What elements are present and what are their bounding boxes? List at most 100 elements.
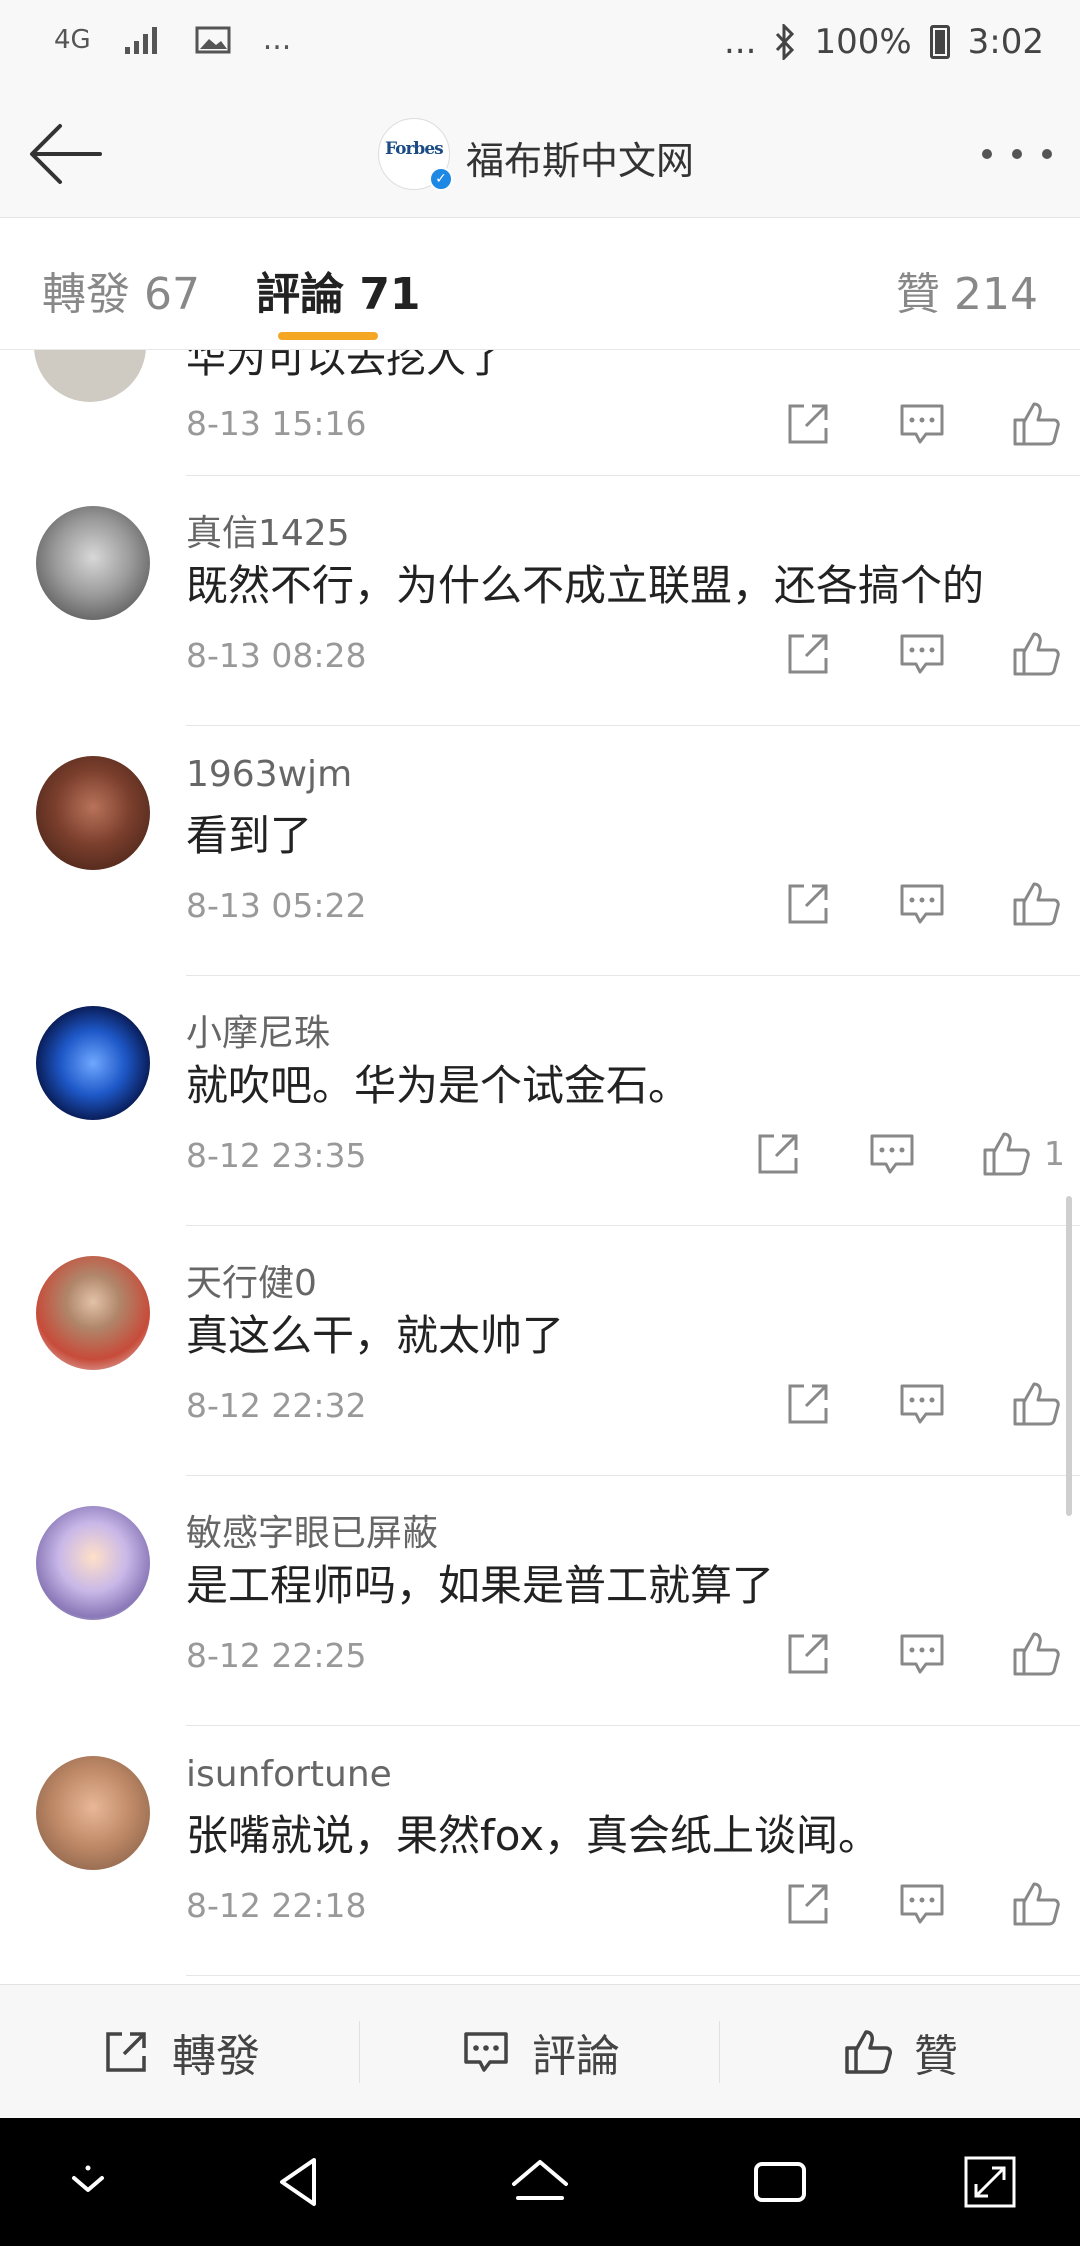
comment-username[interactable]: 真信1425 (186, 504, 350, 556)
home-icon[interactable] (508, 2150, 572, 2214)
signal-icon (124, 26, 157, 54)
comment-text: 就吹吧。华为是个试金石。 (186, 1061, 691, 1110)
comment-username[interactable]: 1963wjm (186, 754, 352, 795)
like-icon[interactable] (1010, 398, 1062, 450)
list-item: 华为可以去挖人了 8-13 15:16 (0, 350, 1080, 476)
rotate-screen-icon[interactable] (958, 2150, 1022, 2214)
avatar[interactable] (36, 1756, 150, 1870)
avatar[interactable] (36, 756, 150, 870)
forbes-logo: Forbes (385, 139, 444, 159)
more-notifications: ... (262, 22, 292, 57)
like-icon[interactable] (1010, 1378, 1062, 1430)
scrollbar[interactable] (1066, 1196, 1072, 1516)
like-icon[interactable] (1010, 1628, 1062, 1680)
share-icon (106, 2031, 146, 2072)
avatar[interactable] (36, 506, 150, 620)
comment-username[interactable]: 敏感字眼已屏蔽 (186, 1504, 438, 1556)
account-name[interactable]: 福布斯中文网 (466, 130, 694, 185)
tab-likes[interactable]: 贊 214 (896, 258, 1038, 322)
comment-text: 看到了 (186, 811, 313, 860)
comment-username[interactable]: isunfortune (186, 1754, 392, 1795)
share-icon[interactable] (782, 1628, 834, 1680)
list-item: 1963wjm 看到了 8-13 05:22 (0, 726, 1080, 976)
active-tab-indicator (278, 332, 378, 340)
list-item: 小摩尼珠 就吹吧。华为是个试金石。 8-12 23:35 1 (0, 976, 1080, 1226)
list-item: 天行健0 真这么干，就太帅了 8-12 22:32 (0, 1226, 1080, 1476)
comment-actions (740, 1874, 1080, 1934)
reply-icon[interactable] (896, 878, 948, 930)
chevron-down-icon[interactable] (56, 2150, 120, 2214)
tab-reposts[interactable]: 轉發 67 (42, 258, 200, 322)
tab-bar: 轉發 67 評論 71 贊 214 (0, 218, 1080, 350)
recent-apps-icon[interactable] (748, 2150, 812, 2214)
comment-actions (740, 394, 1080, 454)
comment-actions (740, 624, 1080, 684)
comment-text: 既然不行，为什么不成立联盟，还各搞个的 (186, 561, 985, 610)
image-notification-icon (195, 26, 231, 53)
clock: 3:02 (967, 22, 1044, 62)
comment-time: 8-13 08:28 (186, 636, 367, 675)
header: Forbes ✓ 福布斯中文网 (0, 90, 1080, 218)
like-icon[interactable] (980, 1128, 1032, 1180)
like-count: 1 (1044, 1134, 1065, 1173)
reply-icon[interactable] (896, 1378, 948, 1430)
reply-icon[interactable] (896, 1878, 948, 1930)
comment-username[interactable]: 天行健0 (186, 1254, 317, 1306)
share-icon[interactable] (782, 1378, 834, 1430)
avatar[interactable] (36, 1506, 150, 1620)
verified-icon: ✓ (429, 167, 453, 191)
status-more: ... (724, 22, 757, 62)
more-options-button[interactable] (982, 134, 1052, 174)
like-icon[interactable] (1010, 878, 1062, 930)
like-button[interactable]: 贊 (720, 1985, 1080, 2118)
bluetooth-icon (776, 24, 795, 60)
comment-text: 真这么干，就太帅了 (186, 1311, 565, 1360)
comment-text: 是工程师吗，如果是普工就算了 (186, 1561, 775, 1610)
comment-button[interactable]: 評論 (360, 1985, 720, 2118)
battery-icon (929, 25, 950, 59)
like-icon[interactable] (1010, 1878, 1062, 1930)
comment-time: 8-12 22:25 (186, 1636, 367, 1675)
comment-list[interactable]: 华为可以去挖人了 8-13 15:16 真信1425 既然不行，为什么不成立联盟… (0, 350, 1080, 1984)
reply-icon[interactable] (896, 1628, 948, 1680)
list-item: 敏感字眼已屏蔽 是工程师吗，如果是普工就算了 8-12 22:25 (0, 1476, 1080, 1726)
comment-actions (740, 1374, 1080, 1434)
comment-label: 評論 (532, 2030, 620, 2082)
comment-text: 张嘴就说，果然fox，真会纸上谈闻。 (186, 1811, 881, 1860)
comment-time: 8-12 22:32 (186, 1386, 367, 1425)
comment-icon (464, 2031, 508, 2072)
bottom-action-bar: 轉發 評論 贊 (0, 1984, 1080, 2118)
status-bar: 4G ... ... 100% 3:02 (0, 0, 1080, 90)
avatar[interactable] (36, 1256, 150, 1370)
comment-time: 8-13 05:22 (186, 886, 367, 925)
share-icon[interactable] (752, 1128, 804, 1180)
comment-time: 8-12 22:18 (186, 1886, 367, 1925)
comment-actions (740, 874, 1080, 934)
reply-icon[interactable] (866, 1128, 918, 1180)
back-icon[interactable] (268, 2150, 332, 2214)
comment-actions (740, 1624, 1080, 1684)
repost-button[interactable]: 轉發 (0, 1985, 360, 2118)
back-arrow-icon[interactable] (26, 116, 106, 192)
network-type: 4G (54, 24, 91, 55)
share-icon[interactable] (782, 1878, 834, 1930)
comment-time: 8-12 23:35 (186, 1136, 367, 1175)
comment-username[interactable]: 小摩尼珠 (186, 1004, 330, 1056)
like-icon (845, 2029, 892, 2074)
repost-label: 轉發 (172, 2030, 260, 2082)
share-icon[interactable] (782, 398, 834, 450)
comment-text: 华为可以去挖人了 (186, 350, 506, 382)
reply-icon[interactable] (896, 398, 948, 450)
avatar[interactable] (36, 1006, 150, 1120)
tab-comments[interactable]: 評論 71 (256, 258, 421, 322)
share-icon[interactable] (782, 878, 834, 930)
account-avatar[interactable]: Forbes ✓ (378, 118, 453, 191)
list-item: 真信1425 既然不行，为什么不成立联盟，还各搞个的 8-13 08:28 (0, 476, 1080, 726)
reply-icon[interactable] (896, 628, 948, 680)
comment-time: 8-13 15:16 (186, 404, 367, 443)
like-icon[interactable] (1010, 628, 1062, 680)
list-item: isunfortune 张嘴就说，果然fox，真会纸上谈闻。 8-12 22:1… (0, 1726, 1080, 1976)
like-label: 贊 (914, 2030, 958, 2082)
avatar[interactable] (34, 350, 146, 402)
share-icon[interactable] (782, 628, 834, 680)
